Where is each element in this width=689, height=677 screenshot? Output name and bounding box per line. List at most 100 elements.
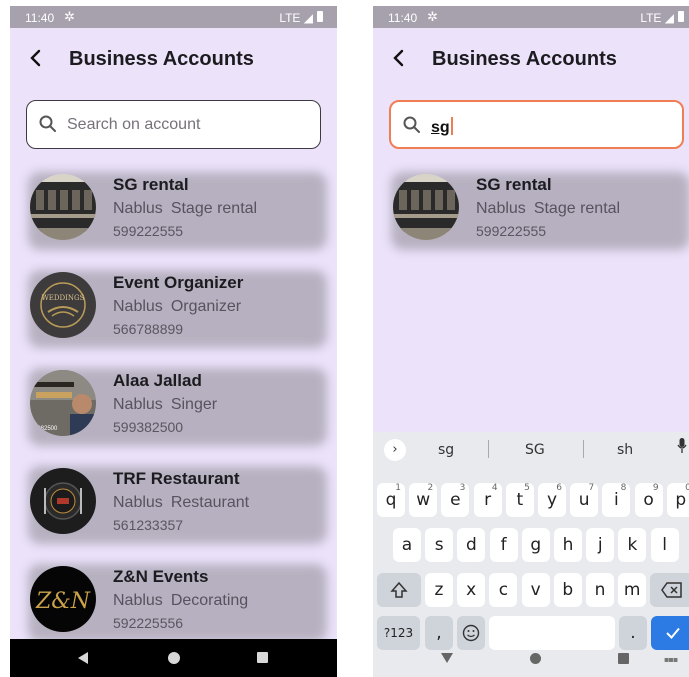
key-r[interactable]: r4 xyxy=(473,483,502,517)
account-name: SG rental xyxy=(113,175,189,194)
app-bar: Business Accounts xyxy=(10,28,337,92)
key-a[interactable]: a xyxy=(393,528,421,562)
avatar: Z&N xyxy=(30,566,96,632)
key-n[interactable]: n xyxy=(586,573,614,607)
chevron-left-icon xyxy=(30,49,41,67)
account-city: Nablus xyxy=(113,396,163,413)
account-city: Nablus xyxy=(113,494,163,511)
weddings-text: WEDDINGS xyxy=(42,294,85,302)
nav-back-icon[interactable] xyxy=(78,652,88,664)
key-g[interactable]: g xyxy=(521,528,550,562)
account-name: SG rental xyxy=(476,175,552,194)
key-v[interactable]: v xyxy=(521,573,550,607)
microphone-icon[interactable] xyxy=(677,438,687,454)
suggestion-item[interactable]: sg xyxy=(438,442,454,458)
account-card[interactable]: Z&N Z&N Events Nablus Decorating 59222555… xyxy=(20,562,327,642)
key-i[interactable]: i8 xyxy=(602,483,631,517)
key-o[interactable]: o9 xyxy=(634,483,663,517)
key-u[interactable]: u7 xyxy=(570,483,599,517)
stage-venue-photo xyxy=(393,174,459,240)
suggestion-item[interactable]: sh xyxy=(617,442,633,458)
key-x[interactable]: x xyxy=(457,573,486,607)
avatar: WEDDINGS xyxy=(30,272,96,338)
restaurant-logo xyxy=(30,468,96,534)
chevron-left-icon xyxy=(393,49,404,67)
settings-icon: ✲ xyxy=(64,9,75,24)
account-city: Nablus xyxy=(113,200,163,217)
account-category: Singer xyxy=(170,396,218,413)
account-card[interactable]: 0382500 Alaa Jallad Nablus Singer 5993825… xyxy=(20,366,327,446)
key-c[interactable]: c xyxy=(489,573,518,607)
key-w[interactable]: w2 xyxy=(409,483,438,517)
backspace-key[interactable] xyxy=(650,573,689,607)
back-button[interactable] xyxy=(385,44,413,72)
key-s[interactable]: s xyxy=(425,528,454,562)
key-m[interactable]: m xyxy=(618,573,647,607)
page-title: Business Accounts xyxy=(432,48,617,70)
account-card[interactable]: TRF Restaurant Nablus Restaurant 56123335… xyxy=(20,464,327,544)
search-icon xyxy=(403,116,420,133)
account-city: Nablus xyxy=(113,592,163,609)
key-l[interactable]: l xyxy=(650,528,679,562)
key-y[interactable]: y6 xyxy=(538,483,566,517)
settings-icon: ✲ xyxy=(427,9,438,24)
account-category: Stage rental xyxy=(170,200,258,217)
keyboard-switch-icon[interactable]: ▪▪▪ xyxy=(664,655,678,664)
account-name: Alaa Jallad xyxy=(113,371,202,390)
stage-venue-photo xyxy=(30,174,96,240)
key-j[interactable]: j xyxy=(586,528,615,562)
nav-home-icon[interactable] xyxy=(168,652,180,664)
account-card[interactable]: SG rental Nablus Stage rental 599222555 xyxy=(20,170,327,250)
left-screen: 11:40 ✲ LTE ◢ Business Accounts Search o… xyxy=(10,6,337,677)
key-b[interactable]: b xyxy=(553,573,582,607)
key-p[interactable]: p0 xyxy=(666,483,689,517)
zn-logo-text: Z&N xyxy=(35,589,91,614)
key-z[interactable]: z xyxy=(425,573,453,607)
account-phone: 566788899 xyxy=(113,321,184,337)
status-bar: 11:40 ✲ LTE ◢ xyxy=(10,6,337,28)
account-name: Z&N Events xyxy=(113,567,209,586)
account-phone: 599222555 xyxy=(113,223,184,239)
account-category: Restaurant xyxy=(170,494,250,511)
shift-key[interactable] xyxy=(377,573,421,607)
key-q[interactable]: q1 xyxy=(377,483,405,517)
account-city: Nablus xyxy=(476,200,526,217)
hide-keyboard-icon[interactable] xyxy=(441,653,453,663)
suggestion-strip: › sg SG sh xyxy=(373,432,689,466)
search-input[interactable]: sg xyxy=(389,100,684,149)
suggestion-item[interactable]: SG xyxy=(525,442,545,458)
weddings-logo: WEDDINGS xyxy=(30,272,96,338)
back-button[interactable] xyxy=(22,44,50,72)
account-card[interactable]: SG rental Nablus Stage rental 599222555 xyxy=(383,170,689,250)
network-label: LTE ◢ xyxy=(640,11,674,25)
search-query: sg xyxy=(431,117,453,137)
account-card[interactable]: WEDDINGS Event Organizer Nablus Organizer… xyxy=(20,268,327,348)
keyboard-nav-bar: ▪▪▪ xyxy=(373,641,689,677)
nav-home-icon[interactable] xyxy=(530,653,541,664)
account-name: TRF Restaurant xyxy=(113,469,240,488)
check-icon xyxy=(665,627,680,639)
avatar xyxy=(30,174,96,240)
search-icon xyxy=(39,115,56,132)
key-k[interactable]: k xyxy=(618,528,647,562)
key-h[interactable]: h xyxy=(554,528,582,562)
account-category: Decorating xyxy=(170,592,249,609)
account-phone: 599382500 xyxy=(113,419,184,435)
key-t[interactable]: t5 xyxy=(505,483,534,517)
text-caret xyxy=(450,117,453,135)
battery-icon xyxy=(678,11,684,22)
nav-recents-icon[interactable] xyxy=(257,652,268,663)
account-phone: 599222555 xyxy=(476,223,547,239)
search-input[interactable]: Search on account xyxy=(26,100,321,149)
zn-logo: Z&N xyxy=(30,566,96,632)
nav-recents-icon[interactable] xyxy=(618,653,629,664)
account-category: Stage rental xyxy=(533,200,621,217)
key-e[interactable]: e3 xyxy=(441,483,470,517)
expand-suggestions-button[interactable]: › xyxy=(384,439,406,461)
soft-keyboard: › sg SG sh q1w2e3r4t5y6u7i8o9p0 asdfghjk… xyxy=(373,432,689,677)
key-f[interactable]: f xyxy=(489,528,518,562)
battery-icon xyxy=(317,11,323,22)
emoji-icon xyxy=(462,624,480,642)
avatar xyxy=(30,468,96,534)
key-d[interactable]: d xyxy=(457,528,486,562)
